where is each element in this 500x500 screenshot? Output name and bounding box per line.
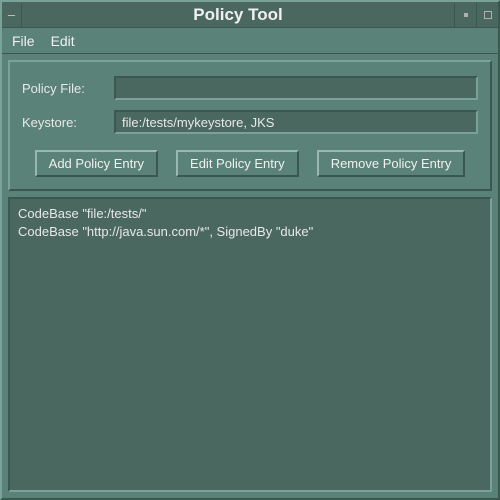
- minimize-button[interactable]: [454, 3, 476, 27]
- list-item[interactable]: CodeBase "http://java.sun.com/*", Signed…: [18, 223, 482, 241]
- window-controls: [454, 3, 498, 27]
- keystore-row: Keystore:: [22, 110, 478, 134]
- titlebar: – Policy Tool: [2, 2, 498, 28]
- menu-edit[interactable]: Edit: [51, 33, 75, 49]
- add-policy-entry-button[interactable]: Add Policy Entry: [35, 150, 158, 177]
- policy-tool-window: – Policy Tool File Edit Policy File: Key…: [0, 0, 500, 500]
- dot-icon: [464, 13, 468, 17]
- window-title: Policy Tool: [22, 5, 454, 25]
- policy-file-label: Policy File:: [22, 81, 108, 96]
- policy-file-row: Policy File:: [22, 76, 478, 100]
- keystore-input[interactable]: [114, 110, 478, 134]
- list-item[interactable]: CodeBase "file:/tests/": [18, 205, 482, 223]
- window-menu-icon[interactable]: –: [2, 3, 22, 27]
- policy-file-input[interactable]: [114, 76, 478, 100]
- menubar: File Edit: [2, 28, 498, 54]
- keystore-label: Keystore:: [22, 115, 108, 130]
- square-icon: [484, 11, 492, 19]
- maximize-button[interactable]: [476, 3, 498, 27]
- button-row: Add Policy Entry Edit Policy Entry Remov…: [22, 150, 478, 177]
- menu-file[interactable]: File: [12, 33, 35, 49]
- edit-policy-entry-button[interactable]: Edit Policy Entry: [176, 150, 299, 177]
- form-panel: Policy File: Keystore: Add Policy Entry …: [8, 60, 492, 191]
- content-area: Policy File: Keystore: Add Policy Entry …: [2, 54, 498, 498]
- policy-entries-list[interactable]: CodeBase "file:/tests/" CodeBase "http:/…: [8, 197, 492, 492]
- remove-policy-entry-button[interactable]: Remove Policy Entry: [317, 150, 466, 177]
